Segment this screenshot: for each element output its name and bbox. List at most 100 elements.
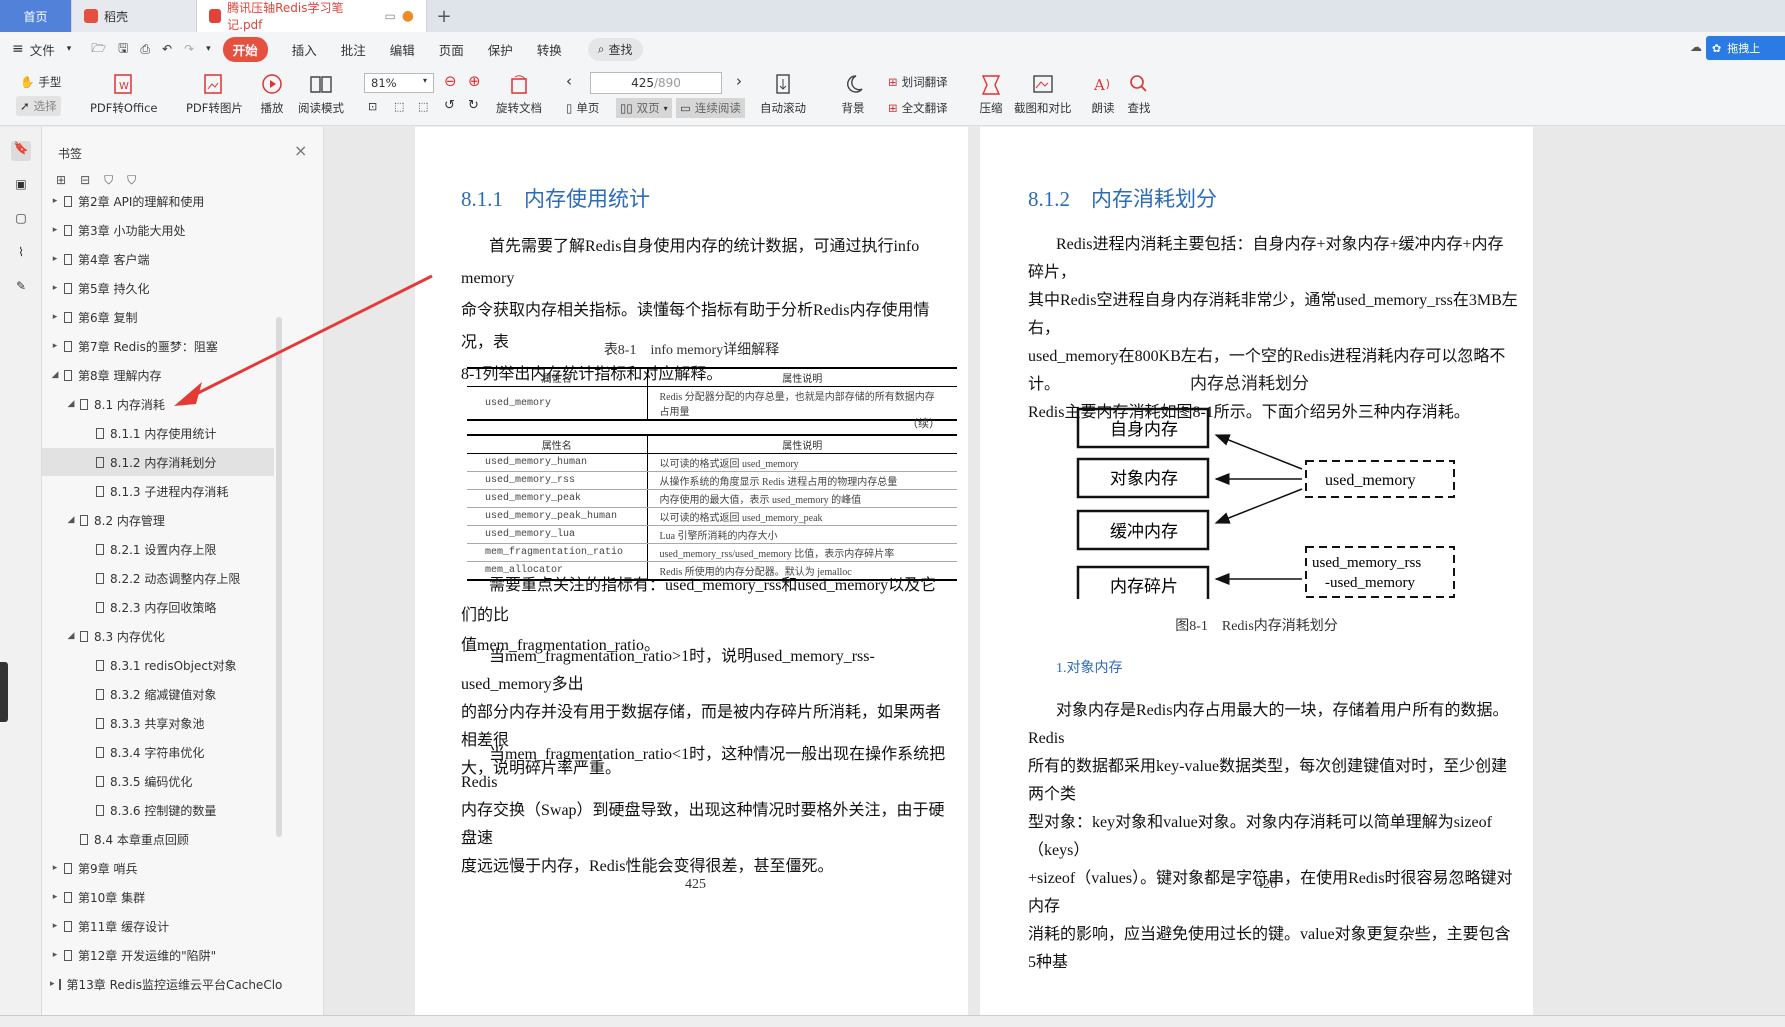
read-mode-button[interactable]: 阅读模式 [298, 72, 344, 116]
bookmark-item[interactable]: 8.4 本章重点回顾 [42, 825, 274, 853]
pdf-to-office-button[interactable]: W PDF转Office [90, 72, 157, 116]
tab-document[interactable]: 腾讯压轴Redis学习笔记.pdf ▭ ● [197, 0, 427, 32]
bookmark-item[interactable]: ◢ 8.1 内存消耗 [42, 390, 274, 418]
signature-icon[interactable]: ✎ [11, 279, 31, 299]
print-icon[interactable]: ⎙ [140, 42, 150, 57]
background-button[interactable]: 背景 [840, 72, 866, 116]
actual-size-icon[interactable]: ⊡ [368, 100, 377, 113]
comment-icon[interactable]: ▢ [11, 211, 31, 231]
menu-protect[interactable]: 保护 [476, 40, 525, 59]
tab-window-icon[interactable]: ▭ [384, 9, 395, 23]
menu-edit[interactable]: 编辑 [378, 40, 427, 59]
collapse-arrow-icon[interactable]: ◢ [66, 399, 76, 409]
tab-docer[interactable]: 稻壳 [72, 0, 197, 32]
bookmark-item[interactable]: ▸ 第13章 Redis监控运维云平台CacheClo [42, 970, 282, 998]
side-handle[interactable] [0, 662, 8, 722]
menu-convert[interactable]: 转换 [525, 40, 574, 59]
screenshot-compare-button[interactable]: 截图和对比 [1014, 72, 1072, 116]
bookmark-item[interactable]: ▸ 第3章 小功能大用处 [42, 216, 274, 244]
fit-width-icon[interactable]: ⬚ [418, 100, 428, 113]
rotate-right-icon[interactable]: ↻ [468, 98, 479, 113]
zoom-select[interactable]: 81% ▾ [364, 73, 434, 93]
bookmark-item[interactable]: ▸ 第7章 Redis的噩梦：阻塞 [42, 332, 274, 360]
new-tab-button[interactable]: + [427, 0, 461, 32]
drag-upload-button[interactable]: ✿ 拖拽上 [1706, 36, 1785, 60]
expand-arrow-icon[interactable]: ▸ [50, 283, 60, 293]
auto-scroll-button[interactable]: 自动滚动 [760, 72, 806, 116]
bookmark-item[interactable]: 8.3.4 字符串优化 [42, 738, 274, 766]
collapse-all-icon[interactable]: ⊟ [80, 173, 90, 188]
bookmark-item[interactable]: ▸ 第6章 复制 [42, 303, 274, 331]
select-tool[interactable]: ➚ 选择 [16, 96, 61, 116]
menu-start[interactable]: 开始 [222, 36, 268, 62]
double-page-button[interactable]: ▯▯ 双页 ▾ [616, 98, 672, 118]
save-icon[interactable]: 🖫 [118, 39, 128, 60]
bookmark-item[interactable]: 8.2.1 设置内存上限 [42, 535, 274, 563]
bookmark-panel-icon[interactable]: 🔖 [11, 141, 31, 161]
pdf-to-image-button[interactable]: PDF转图片 [186, 72, 243, 116]
bookmark-item[interactable]: 8.3.3 共享对象池 [42, 709, 274, 737]
expand-arrow-icon[interactable]: ▸ [50, 979, 55, 989]
bookmark-item[interactable]: 8.3.5 编码优化 [42, 767, 274, 795]
page-number-input[interactable]: 425/890 [590, 72, 722, 94]
chevron-down-icon[interactable]: ▾ [67, 44, 72, 54]
bookmark-item[interactable]: ▸ 第4章 客户端 [42, 245, 274, 273]
prev-page-icon[interactable]: ‹ [566, 72, 572, 90]
bookmark-item[interactable]: 8.1.3 子进程内存消耗 [42, 477, 274, 505]
fit-page-icon[interactable]: ⬚ [394, 100, 404, 113]
expand-arrow-icon[interactable]: ▸ [50, 254, 60, 264]
single-page-button[interactable]: ▯ 单页 [566, 100, 599, 116]
expand-arrow-icon[interactable]: ▸ [50, 950, 60, 960]
expand-arrow-icon[interactable]: ▸ [50, 312, 60, 322]
collapse-arrow-icon[interactable]: ◢ [50, 370, 60, 380]
bookmark-item[interactable]: ▸ 第12章 开发运维的"陷阱" [42, 941, 274, 969]
cloud-icon[interactable]: ☁ [1690, 40, 1702, 54]
menu-page[interactable]: 页面 [427, 40, 476, 59]
menu-insert[interactable]: 插入 [280, 40, 329, 59]
bookmark-item[interactable]: ▸ 第10章 集群 [42, 883, 274, 911]
expand-arrow-icon[interactable]: ▸ [50, 225, 60, 235]
hand-tool[interactable]: ✋ 手型 [20, 74, 61, 90]
read-aloud-button[interactable]: A 朗读 [1090, 72, 1116, 116]
bookmark-item[interactable]: ▸ 第11章 缓存设计 [42, 912, 274, 940]
bookmark-item[interactable]: 8.2.3 内存回收策略 [42, 593, 274, 621]
continuous-read-button[interactable]: ▭ 连续阅读 [676, 98, 745, 118]
bookmark-item[interactable]: ▸ 第9章 哨兵 [42, 854, 274, 882]
hamburger-icon[interactable]: ≡ [12, 41, 24, 57]
menu-annotate[interactable]: 批注 [329, 40, 378, 59]
find-button[interactable]: 查找 [1126, 72, 1152, 116]
next-page-icon[interactable]: › [736, 72, 742, 90]
bookmark-item[interactable]: 8.1.1 内存使用统计 [42, 419, 274, 447]
add-bookmark-icon[interactable]: ⛉ [104, 173, 113, 188]
menu-file[interactable]: 文件 [30, 40, 67, 59]
undo-icon[interactable]: ↶ [162, 42, 172, 56]
zoom-in-icon[interactable]: ⊕ [468, 72, 481, 90]
thumbnail-icon[interactable]: ▣ [11, 177, 31, 197]
bookmark-item[interactable]: 8.1.2 内存消耗划分 [42, 448, 274, 476]
collapse-arrow-icon[interactable]: ◢ [66, 631, 76, 641]
bookmark-item[interactable]: ▸ 第2章 API的理解和使用 [42, 187, 274, 215]
bookmark-item[interactable]: 8.3.2 缩减键值对象 [42, 680, 274, 708]
expand-arrow-icon[interactable]: ▸ [50, 196, 60, 206]
bookmark-item[interactable]: ◢ 8.2 内存管理 [42, 506, 274, 534]
attachment-icon[interactable]: ⌇ [11, 245, 31, 265]
compress-button[interactable]: 压缩 [978, 72, 1004, 116]
full-translate-button[interactable]: ⊞ 全文翻译 [888, 100, 948, 116]
collapse-arrow-icon[interactable]: ◢ [66, 515, 76, 525]
expand-all-icon[interactable]: ⊞ [56, 173, 66, 188]
tab-home[interactable]: 首页 [0, 0, 72, 32]
expand-arrow-icon[interactable]: ▸ [50, 921, 60, 931]
word-translate-button[interactable]: ⊞ 划词翻译 [888, 74, 948, 90]
bookmark-item[interactable]: ▸ 第5章 持久化 [42, 274, 274, 302]
expand-arrow-icon[interactable]: ▸ [50, 892, 60, 902]
play-button[interactable]: 播放 [259, 72, 285, 116]
bookmark-item[interactable]: 8.3.1 redisObject对象 [42, 651, 274, 679]
rotate-document-button[interactable]: 旋转文档 [496, 72, 542, 116]
close-icon[interactable]: × [294, 141, 307, 160]
bookmark-item[interactable]: 8.3.6 控制键的数量 [42, 796, 274, 824]
bookmark-item[interactable]: ◢ 第8章 理解内存 [42, 361, 274, 389]
redo-icon[interactable]: ↷ [184, 42, 194, 56]
expand-arrow-icon[interactable]: ▸ [50, 863, 60, 873]
more-icon[interactable]: ▾ [206, 44, 211, 54]
zoom-out-icon[interactable]: ⊖ [444, 72, 457, 90]
